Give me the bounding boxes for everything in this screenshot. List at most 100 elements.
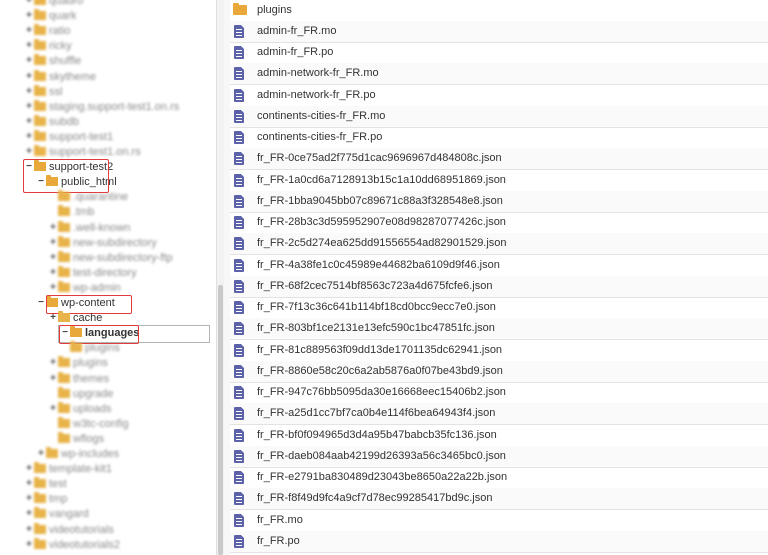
tree-item[interactable]: + support-test1.on.rs: [0, 145, 216, 159]
file-row[interactable]: fr_FR-1bba9045bb07c89671c88a3f328548e8.j…: [230, 190, 768, 213]
tree-item[interactable]: + staging.support-test1.on.rs: [0, 99, 216, 114]
expand-toggle[interactable]: +: [24, 538, 34, 552]
tree-item[interactable]: + subdb: [0, 114, 216, 129]
file-row[interactable]: fr_FR-e2791ba830489d23043be8650a22a22b.j…: [230, 467, 768, 489]
file-row[interactable]: admin-network-fr_FR.po: [230, 85, 768, 107]
expand-toggle[interactable]: +: [48, 221, 58, 235]
expand-toggle[interactable]: +: [48, 372, 58, 386]
file-row[interactable]: continents-cities-fr_FR.mo: [230, 105, 768, 128]
tree-item[interactable]: + test: [0, 477, 216, 491]
tree-item-label: support-test1: [49, 130, 114, 143]
tree-item[interactable]: + template-kit1: [0, 462, 216, 476]
file-row[interactable]: fr_FR.po: [230, 530, 768, 553]
file-row[interactable]: continents-cities-fr_FR.po: [230, 127, 768, 149]
tree-item[interactable]: + vangard: [0, 507, 216, 521]
expand-toggle[interactable]: +: [36, 447, 46, 461]
expand-toggle[interactable]: +: [24, 492, 34, 506]
expand-toggle[interactable]: +: [24, 115, 34, 129]
file-row[interactable]: admin-network-fr_FR.mo: [230, 63, 768, 86]
expand-toggle[interactable]: +: [24, 507, 34, 521]
file-row[interactable]: admin-fr_FR.mo: [230, 20, 768, 43]
file-row[interactable]: fr_FR-f8f49d9fc4a9cf7d78ec99285417bd9c.j…: [230, 488, 768, 511]
tree-item-label: plugins: [73, 357, 108, 370]
tree-item[interactable]: + plugins: [0, 356, 216, 370]
file-name: fr_FR.po: [257, 534, 300, 547]
file-row[interactable]: fr_FR-8860e58c20c6a2ab5876a0f07be43bd9.j…: [230, 360, 768, 383]
tree-item[interactable]: + ssl: [0, 84, 216, 99]
tree-item[interactable]: + shuffle: [0, 54, 216, 68]
file-row[interactable]: fr_FR.mo: [230, 510, 768, 532]
expand-toggle[interactable]: +: [24, 523, 34, 537]
tree-item[interactable]: + tmp: [0, 492, 216, 506]
tree-item[interactable]: + themes: [0, 371, 216, 386]
expand-toggle[interactable]: +: [24, 24, 34, 38]
tree-item[interactable]: + wp-admin: [0, 280, 216, 295]
tree-item[interactable]: + ratio: [0, 24, 216, 38]
tree-item-label: .tmb: [73, 206, 95, 219]
tree-item[interactable]: plugins: [0, 341, 216, 355]
folder-row[interactable]: plugins: [230, 0, 768, 22]
expand-toggle[interactable]: +: [24, 39, 34, 53]
tree-item[interactable]: wflogs: [0, 431, 216, 446]
tree-item[interactable]: + new-subdirectory: [0, 235, 216, 250]
tree-item[interactable]: + quadro: [0, 0, 216, 8]
tree-item[interactable]: + ricky: [0, 39, 216, 53]
file-row[interactable]: fr_FR-0ce75ad2f775d1cac9696967d484808c.j…: [230, 148, 768, 171]
file-name: fr_FR.mo: [257, 513, 303, 526]
expand-toggle[interactable]: +: [24, 0, 34, 8]
file-icon: [234, 449, 244, 463]
file-row[interactable]: fr_FR-bf0f094965d3d4a95b47babcb35fc136.j…: [230, 425, 768, 447]
expand-toggle[interactable]: +: [48, 402, 58, 416]
tree-item[interactable]: + skytheme: [0, 69, 216, 84]
expand-toggle[interactable]: +: [48, 281, 58, 295]
file-row[interactable]: fr_FR-1a0cd6a7128913b15c1a10dd68951869.j…: [230, 170, 768, 192]
file-row[interactable]: fr_FR-803bf1ce2131e13efc590c1bc47851fc.j…: [230, 318, 768, 341]
file-row[interactable]: fr_FR-947c76bb5095da30e16668eec15406b2.j…: [230, 382, 768, 404]
tree-item[interactable]: + videotutorials: [0, 522, 216, 537]
tree-item[interactable]: + .well-known: [0, 220, 216, 235]
panel-scrollbar[interactable]: [216, 0, 224, 555]
expand-toggle[interactable]: +: [48, 266, 58, 280]
expand-toggle[interactable]: +: [24, 9, 34, 23]
tree-item[interactable]: + cache: [0, 311, 216, 325]
tree-item-label: new-subdirectory-ftp: [73, 251, 173, 264]
file-row[interactable]: admin-fr_FR.po: [230, 42, 768, 64]
file-row[interactable]: fr_FR-2c5d274ea625dd91556554ad82901529.j…: [230, 233, 768, 256]
scrollbar-thumb[interactable]: [218, 285, 223, 555]
expand-toggle[interactable]: +: [24, 85, 34, 99]
expand-toggle[interactable]: +: [24, 100, 34, 114]
file-row[interactable]: fr_FR-4a38fe1c0c45989e44682ba6109d9f46.j…: [230, 255, 768, 277]
expand-toggle[interactable]: +: [48, 236, 58, 250]
expand-toggle[interactable]: +: [48, 356, 58, 370]
tree-item[interactable]: w3tc-config: [0, 416, 216, 431]
tree-item[interactable]: .tmb: [0, 205, 216, 219]
expand-toggle[interactable]: +: [24, 145, 34, 159]
tree-item[interactable]: + uploads: [0, 401, 216, 416]
tree-item[interactable]: + wp-includes: [0, 447, 216, 461]
expand-toggle[interactable]: +: [24, 477, 34, 491]
collapse-toggle[interactable]: −: [36, 296, 46, 310]
file-icon: [234, 364, 244, 378]
tree-item[interactable]: upgrade: [0, 386, 216, 401]
tree-item[interactable]: + test-directory: [0, 265, 216, 280]
file-row[interactable]: fr_FR-68f2cec7514bf8563c723a4d675fcfe6.j…: [230, 275, 768, 298]
expand-toggle[interactable]: +: [48, 251, 58, 265]
tree-item[interactable]: + support-test1: [0, 129, 216, 144]
tree-item[interactable]: + quark: [0, 9, 216, 23]
expand-toggle[interactable]: +: [24, 462, 34, 476]
expand-toggle[interactable]: +: [48, 311, 58, 325]
tree-item[interactable]: + videotutorials2: [0, 537, 216, 552]
folder-icon: [58, 220, 70, 232]
file-row[interactable]: fr_FR-a25d1cc7bf7ca0b4e114f6bea64943f4.j…: [230, 403, 768, 426]
tree-item[interactable]: .quarantine: [0, 190, 216, 204]
file-row[interactable]: fr_FR-28b3c3d595952907e08d98287077426c.j…: [230, 212, 768, 234]
file-row[interactable]: fr_FR-daeb084aab42199d26393a56c3465bc0.j…: [230, 445, 768, 468]
expand-toggle[interactable]: +: [24, 54, 34, 68]
file-icon: [234, 471, 244, 484]
expand-toggle[interactable]: +: [24, 130, 34, 144]
expand-toggle[interactable]: +: [24, 70, 34, 84]
tree-item[interactable]: + new-subdirectory-ftp: [0, 250, 216, 265]
file-icon: [234, 88, 244, 102]
file-row[interactable]: fr_FR-7f13c36c641b114bf18cd0bcc9ecc7e0.j…: [230, 297, 768, 319]
file-row[interactable]: fr_FR-81c889563f09dd13de1701135dc62941.j…: [230, 340, 768, 362]
